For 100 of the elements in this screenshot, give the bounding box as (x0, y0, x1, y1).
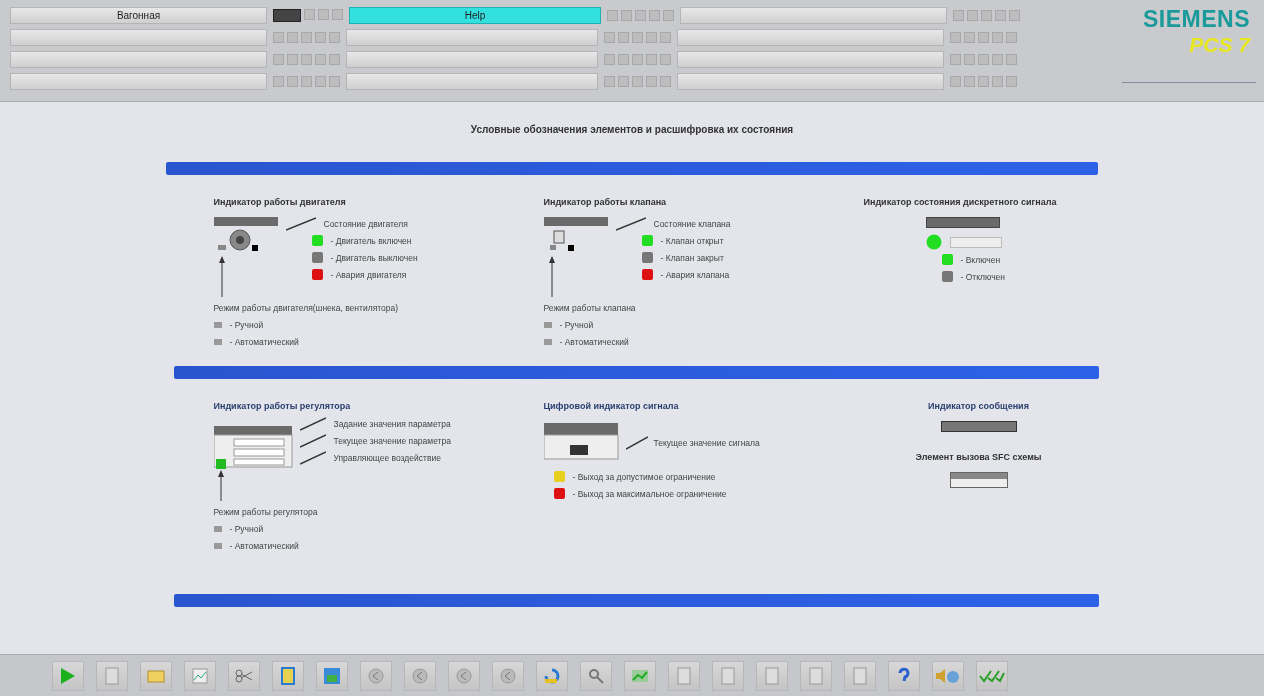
section-heading: Индикатор работы клапана (543, 197, 668, 207)
toolbar-button[interactable] (580, 660, 612, 691)
status-indicator (964, 32, 975, 43)
toolbar-button[interactable] (228, 660, 260, 691)
toolbar-button[interactable] (932, 660, 964, 691)
toolbar-button[interactable] (316, 660, 348, 691)
brand-logo: SIEMENS (1142, 6, 1250, 33)
status-indicator (992, 54, 1003, 65)
section-heading: Индикатор работы регулятора (213, 401, 352, 411)
toolbar-button[interactable] (624, 660, 656, 691)
toolbar-button[interactable] (492, 660, 524, 691)
status-indicator (978, 32, 989, 43)
status-indicator (646, 32, 657, 43)
leader-line (299, 434, 326, 448)
status-indicator (621, 10, 632, 21)
mode-label: - Автоматический (559, 337, 629, 347)
picture-icon (323, 666, 341, 685)
toolbar-button[interactable] (184, 660, 216, 691)
status-indicator (950, 54, 961, 65)
section-heading: Элемент вызова SFC схемы (915, 452, 1042, 462)
area-button[interactable] (346, 51, 598, 68)
callout-label: Текущее значение сигнала (653, 438, 760, 448)
area-button[interactable]: Help (349, 7, 601, 24)
leader-line (285, 217, 316, 231)
section-heading: Индикатор состояния дискретного сигнала (863, 197, 1057, 207)
area-button[interactable] (677, 51, 944, 68)
status-indicator (663, 10, 674, 21)
document-icon (809, 666, 823, 685)
message-indicator[interactable] (940, 421, 1017, 432)
legend-label: - Клапан закрыт (660, 252, 724, 263)
mode-glyph-icon (213, 322, 222, 328)
status-indicator (995, 10, 1006, 21)
magnifier-icon (588, 667, 604, 684)
status-indicator (1006, 32, 1017, 43)
status-indicator (660, 32, 671, 43)
folder-icon (147, 668, 165, 683)
status-indicator (287, 76, 298, 87)
toolbar-button[interactable] (888, 660, 920, 691)
trend-icon (631, 668, 649, 683)
status-indicator (618, 54, 629, 65)
status-indicator (301, 32, 312, 43)
status-indicator (646, 54, 657, 65)
callout-label: Состояние клапана (653, 219, 731, 229)
status-indicator (632, 32, 643, 43)
document-icon (677, 666, 691, 685)
area-button[interactable] (10, 73, 267, 90)
status-indicator (618, 76, 629, 87)
mode-label: - Автоматический (229, 541, 299, 551)
toolbar-button[interactable] (976, 660, 1008, 691)
mode-caption: Режим работы клапана (543, 303, 637, 313)
status-indicator (649, 10, 660, 21)
legend-label: - Клапан открыт (660, 235, 724, 246)
area-button[interactable] (10, 29, 267, 46)
status-indicator (273, 32, 284, 43)
status-indicator (1006, 76, 1017, 87)
sfc-call-button[interactable] (949, 472, 1008, 488)
area-button[interactable] (346, 29, 598, 46)
section-heading: Индикатор сообщения (928, 401, 1029, 411)
status-indicator (978, 54, 989, 65)
status-indicator (660, 76, 671, 87)
section-heading: Цифровой индикатор сигнала (543, 401, 680, 411)
status-indicator (967, 10, 978, 21)
checkmarks-icon (979, 668, 1005, 683)
toolbar-button[interactable] (536, 660, 568, 691)
leader-line (625, 436, 648, 450)
signal-lamp-icon (925, 234, 942, 250)
toolbar-button[interactable] (272, 660, 304, 691)
mode-label: - Ручной (559, 320, 594, 330)
toolbar-button[interactable] (404, 660, 436, 691)
book-icon (281, 666, 295, 685)
toolbar-button[interactable] (360, 660, 392, 691)
area-button[interactable]: Вагонная (10, 7, 267, 24)
area-button[interactable] (677, 73, 944, 90)
leader-line (299, 417, 326, 431)
document-icon (105, 666, 119, 685)
area-button[interactable] (346, 73, 598, 90)
area-button[interactable] (680, 7, 947, 24)
mode-caption: Режим работы двигателя(шнека, вентилятора) (213, 303, 400, 313)
callout-label: Текущее значение параметра (333, 436, 451, 446)
mode-caption: Режим работы регулятора (213, 507, 319, 517)
toolbar-button[interactable] (448, 660, 480, 691)
area-button[interactable] (677, 29, 944, 46)
status-indicator (301, 54, 312, 65)
mode-label: - Автоматический (229, 337, 299, 347)
legend-label: - Двигатель выключен (330, 252, 418, 263)
status-indicator (964, 76, 975, 87)
status-indicator (1009, 10, 1020, 21)
callout-label: Управляющее воздействие (333, 453, 441, 463)
toolbar-button[interactable] (52, 660, 84, 691)
status-indicator (329, 76, 340, 87)
status-indicator (978, 76, 989, 87)
document-icon (853, 666, 867, 685)
leader-line (615, 217, 646, 231)
status-indicator (315, 32, 326, 43)
area-button[interactable] (10, 51, 267, 68)
status-indicator (1006, 54, 1017, 65)
play-icon (60, 666, 76, 685)
status-indicator (646, 76, 657, 87)
status-indicator (632, 54, 643, 65)
mode-glyph-icon (213, 543, 222, 549)
